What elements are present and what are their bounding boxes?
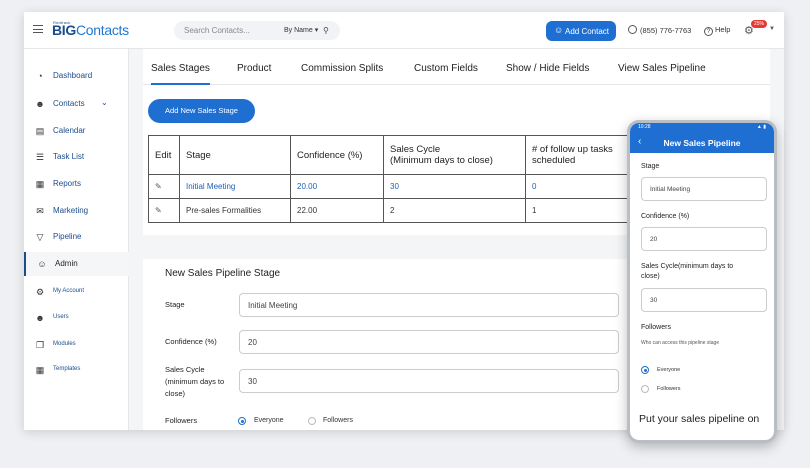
top-bar: Redtrack BIGContacts Search Contacts... …	[24, 12, 784, 49]
cycle-cell: 30	[383, 174, 526, 199]
search-input[interactable]: Search Contacts...	[184, 26, 250, 35]
tasks-cell: 0	[525, 174, 636, 199]
confidence-input[interactable]: 20	[239, 330, 619, 354]
mobile-cycle-label: Sales Cycle(minimum days to close)	[641, 263, 734, 280]
user-icon: ☻	[35, 313, 45, 323]
cycle-label: Sales Cycle (minimum days to close)	[165, 365, 225, 398]
gear-icon: ⚙	[35, 287, 45, 297]
tab-commission-splits[interactable]: Commission Splits	[301, 63, 383, 74]
column-header: Confidence (%)	[290, 135, 384, 175]
form-title: New Sales Pipeline Stage	[165, 268, 281, 279]
mobile-radio-followers[interactable]	[641, 385, 649, 393]
calendar-icon: ▤	[35, 126, 45, 136]
sidebar-item-my-account[interactable]: ⚙ My Account	[24, 280, 129, 304]
help-icon: ?	[704, 27, 713, 36]
edit-icon[interactable]: ✎	[148, 174, 180, 199]
stage-cell[interactable]: Initial Meeting	[179, 174, 291, 199]
tab-bar: Sales Stages Product Commission Splits C…	[143, 49, 770, 85]
followers-label: Followers	[165, 416, 198, 425]
search-icon[interactable]: ⚲	[323, 26, 329, 35]
menu-icon[interactable]	[33, 25, 43, 33]
mobile-title: New Sales Pipeline	[663, 138, 741, 148]
mobile-header: ‹ New Sales Pipeline	[630, 132, 774, 153]
radio-everyone[interactable]	[238, 417, 246, 425]
sidebar: ◔ Dashboard ☻ Contacts ⌄ ▤ Calendar ☰ Task Li…	[24, 49, 129, 430]
column-header: # of follow up tasks scheduled	[525, 135, 636, 175]
templates-icon: ▦	[35, 365, 45, 375]
mobile-stage-input[interactable]: Initial Meeting	[641, 177, 767, 201]
edit-icon[interactable]: ✎	[148, 198, 180, 223]
search-by-select[interactable]: By Name ▾	[284, 26, 318, 34]
table-row: ✎ Initial Meeting 20.00 30 0	[148, 174, 636, 199]
mobile-stage-label: Stage	[641, 163, 660, 170]
column-header: Sales Cycle (Minimum days to close)	[383, 135, 526, 175]
status-badge: 25%	[751, 20, 768, 28]
mobile-status-bar: 10:28 ▲ ▮	[630, 123, 774, 132]
mobile-confidence-input[interactable]: 20	[641, 227, 767, 251]
confidence-label: Confidence (%)	[165, 337, 217, 346]
sidebar-item-modules[interactable]: ❐ Modules	[24, 333, 129, 357]
tab-view-sales-pipeline[interactable]: View Sales Pipeline	[618, 63, 706, 74]
chevron-down-icon[interactable]: ▼	[769, 26, 775, 32]
sidebar-item-reports[interactable]: ▦ Reports	[24, 172, 129, 196]
logo[interactable]: Redtrack BIGContacts	[52, 20, 129, 38]
admin-icon: ☺	[37, 259, 47, 269]
mobile-radio-everyone-label: Everyone	[657, 367, 681, 373]
stages-table: Edit Stage Confidence (%) Sales Cycle (M…	[148, 135, 636, 223]
mobile-promo-text: Put your sales pipeline on	[639, 413, 760, 425]
user-icon: ☻	[35, 99, 45, 109]
phone-link[interactable]: (855) 776-7763	[628, 25, 691, 35]
confidence-cell: 22.00	[290, 198, 384, 223]
cycle-input[interactable]: 30	[239, 369, 619, 393]
add-user-icon: ☺	[554, 25, 564, 35]
mobile-followers-note: Who can access this pipeline stage	[641, 340, 720, 346]
sidebar-item-task-list[interactable]: ☰ Task List	[24, 145, 129, 169]
sidebar-item-admin[interactable]: ☺ Admin	[24, 252, 129, 276]
add-contact-button[interactable]: ☺ Add Contact	[546, 21, 616, 41]
stage-cell[interactable]: Pre-sales Formalities	[179, 198, 291, 223]
sidebar-item-calendar[interactable]: ▤ Calendar	[24, 119, 129, 143]
sidebar-item-dashboard[interactable]: ◔ Dashboard	[24, 64, 129, 88]
sidebar-item-marketing[interactable]: ✉ Marketing	[24, 199, 129, 223]
mobile-radio-everyone[interactable]	[641, 366, 649, 374]
mail-icon: ✉	[36, 206, 44, 216]
radio-everyone-label: Everyone	[254, 417, 284, 424]
column-header: Stage	[179, 135, 291, 175]
stage-label: Stage	[165, 300, 185, 309]
mobile-followers-label: Followers	[641, 324, 671, 331]
column-header: Edit	[148, 135, 180, 175]
search-bar[interactable]: Search Contacts... By Name ▾ ⚲	[174, 21, 340, 40]
signal-icon: ▲ ▮	[756, 124, 766, 130]
table-header-row: Edit Stage Confidence (%) Sales Cycle (M…	[148, 135, 636, 175]
tasks-cell: 1	[525, 198, 636, 223]
dashboard-icon: ◔	[37, 71, 43, 81]
radio-followers[interactable]	[308, 417, 316, 425]
tab-sales-stages[interactable]: Sales Stages	[151, 63, 210, 85]
funnel-icon: ▽	[36, 232, 44, 242]
task-list-icon: ☰	[35, 152, 45, 162]
tab-product[interactable]: Product	[237, 63, 271, 74]
modules-icon: ❐	[35, 340, 45, 350]
tab-show-hide-fields[interactable]: Show / Hide Fields	[506, 63, 589, 74]
sidebar-item-templates[interactable]: ▦ Templates	[24, 358, 129, 382]
table-row: ✎ Pre-sales Formalities 22.00 2 1	[148, 198, 636, 223]
mobile-preview: 10:28 ▲ ▮ ‹ New Sales Pipeline Stage Ini…	[627, 120, 777, 443]
sidebar-item-pipeline[interactable]: ▽ Pipeline	[24, 225, 129, 249]
tab-custom-fields[interactable]: Custom Fields	[414, 63, 478, 74]
mobile-radio-followers-label: Followers	[657, 386, 681, 392]
phone-icon	[628, 25, 637, 34]
radio-followers-label: Followers	[323, 417, 353, 424]
mobile-cycle-input[interactable]: 30	[641, 288, 767, 312]
cycle-cell: 2	[383, 198, 526, 223]
reports-icon: ▦	[35, 179, 45, 189]
confidence-cell: 20.00	[290, 174, 384, 199]
chevron-down-icon[interactable]: ⌄	[101, 98, 108, 107]
sidebar-item-contacts[interactable]: ☻ Contacts ⌄	[24, 92, 129, 116]
mobile-confidence-label: Confidence (%)	[641, 213, 690, 220]
help-link[interactable]: ? Help	[704, 25, 730, 36]
add-sales-stage-button[interactable]: Add New Sales Stage	[148, 99, 255, 123]
sidebar-item-users[interactable]: ☻ Users	[24, 306, 129, 330]
stage-input[interactable]: Initial Meeting	[239, 293, 619, 317]
